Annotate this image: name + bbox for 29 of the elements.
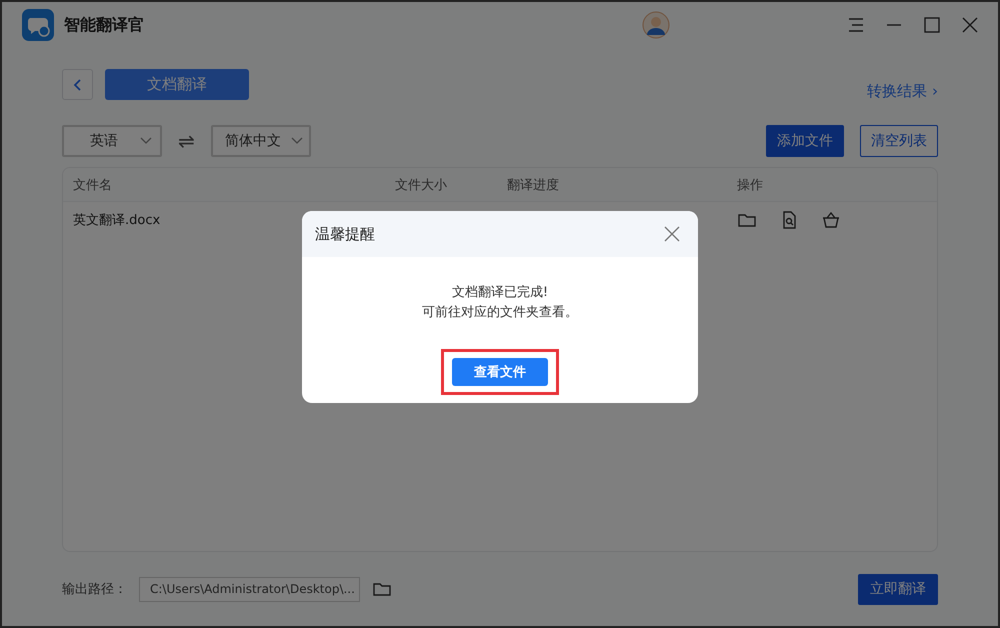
translate-now-button[interactable]: 立即翻译 [858,574,938,604]
column-header: 翻译进度 [507,176,560,194]
source-language-select[interactable]: 英语 [62,125,162,157]
column-header: 文件大小 [395,176,448,194]
close-icon[interactable] [960,15,980,35]
target-language-select[interactable]: 简体中文 [210,125,311,157]
swap-language-icon[interactable]: ⇌ [178,129,195,153]
back-button[interactable] [62,69,93,100]
chevron-down-icon [290,137,303,145]
view-file-button[interactable]: 查看文件 [452,358,548,386]
conversion-results-link[interactable]: 转换结果 › [867,82,938,101]
chevron-left-icon [72,78,82,92]
basket-icon[interactable] [821,210,841,230]
maximize-icon[interactable] [922,15,942,35]
close-icon[interactable] [664,226,680,242]
action-button[interactable]: 清空列表 [860,125,938,157]
output-path-label: 输出路径： [62,581,127,598]
chevron-down-icon [140,137,152,145]
output-path-field[interactable]: C:\Users\Administrator\Desktop\... [139,576,360,602]
action-button[interactable]: 添加文件 [766,125,844,157]
app-title: 智能翻译官 [64,14,144,36]
document-translation-tab[interactable]: 文档翻译 [105,69,249,100]
avatar-icon[interactable] [642,11,670,39]
column-header: 操作 [737,176,764,194]
dialog-title: 温馨提醒 [315,224,375,244]
app-logo-icon [22,9,54,41]
file-name-cell-text: 英文翻译.docx [73,212,162,229]
column-header: 文件名 [73,176,113,194]
dialog-message: 文档翻译已完成! 可前往对应的文件夹查看。 [421,284,579,322]
